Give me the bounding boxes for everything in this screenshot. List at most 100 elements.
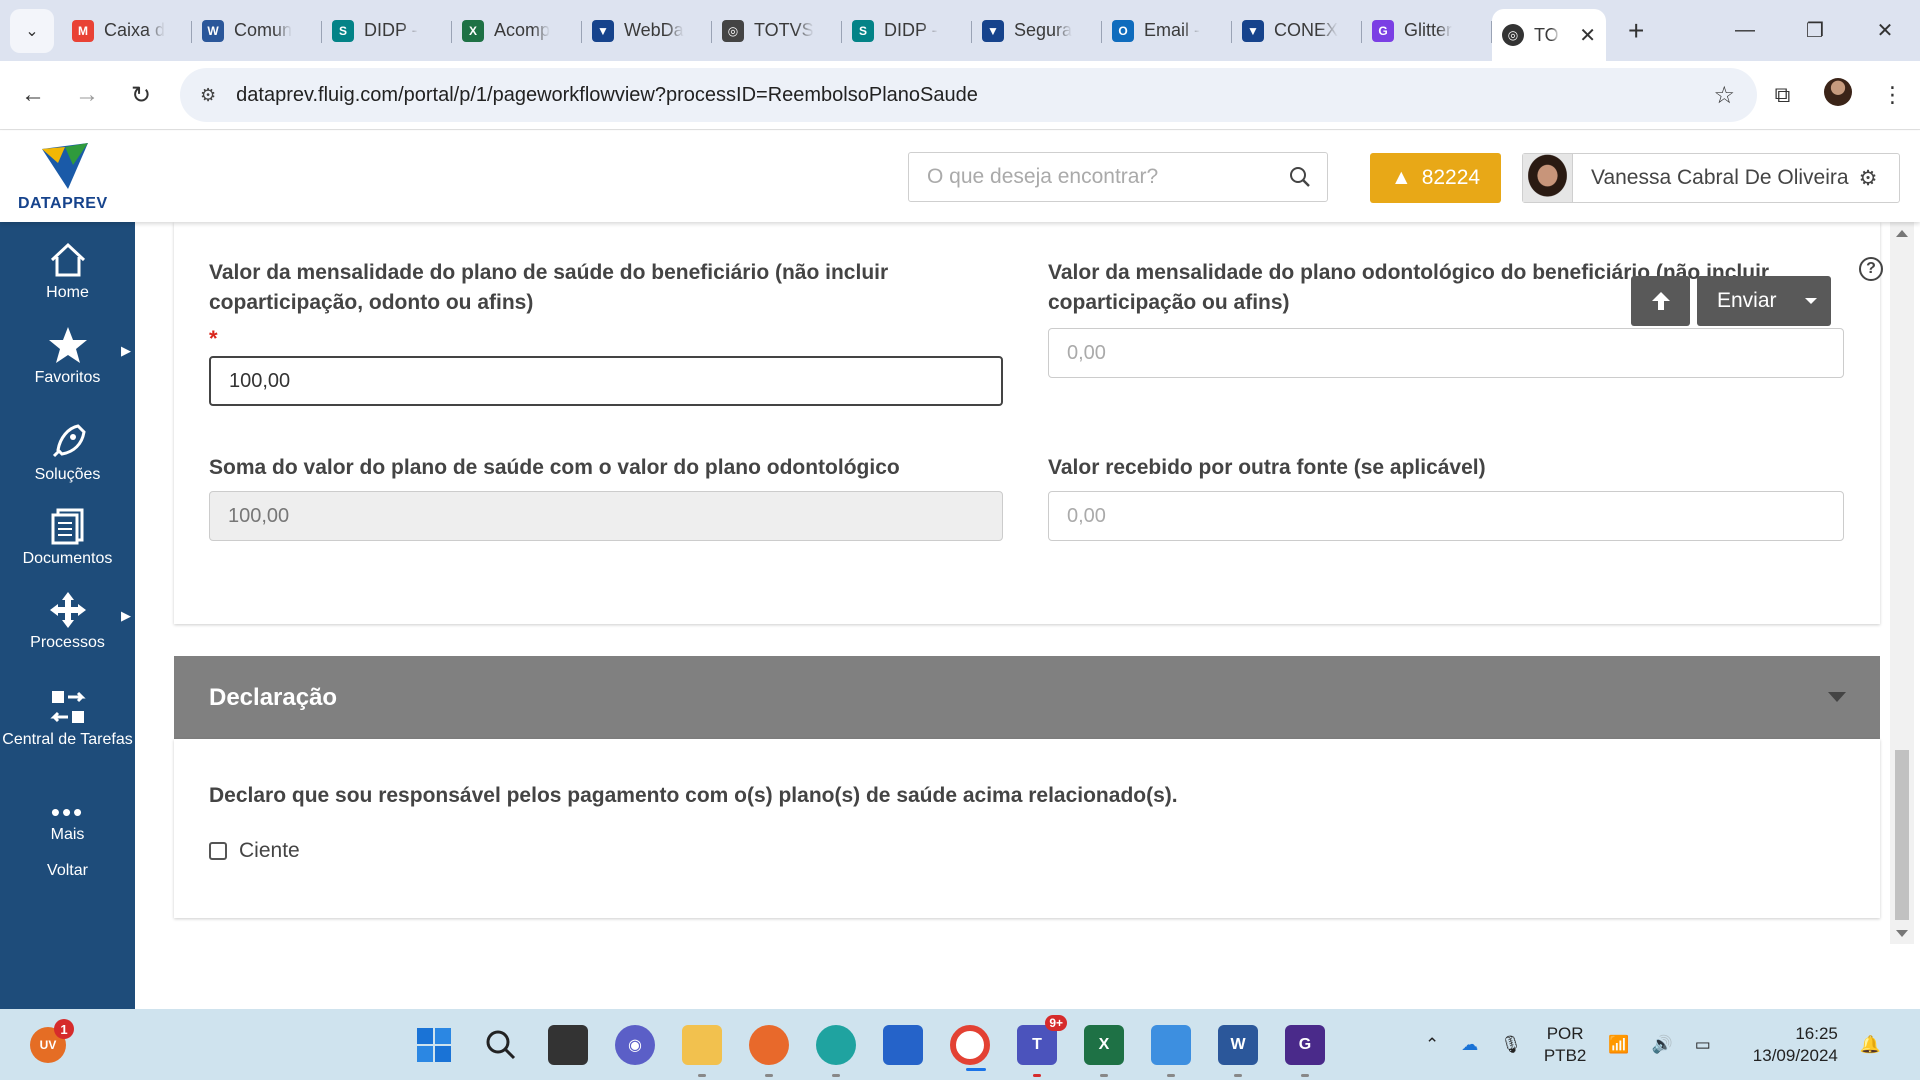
scroll-up-arrow-icon[interactable] [1896,230,1908,237]
store-icon[interactable] [883,1024,923,1065]
site-info-icon[interactable]: ⚙ [200,85,216,106]
taskbar-search-icon[interactable] [481,1025,521,1065]
sidebar-item-label: Home [46,284,89,301]
bookmark-star-icon[interactable]: ☆ [1713,81,1735,110]
omnibox[interactable]: ⚙ dataprev.fluig.com/portal/p/1/pagework… [180,68,1757,122]
tab-active[interactable]: ◎ TO ✕ [1492,9,1606,61]
chrome-icon[interactable] [950,1024,990,1071]
sidebar-item-favoritos[interactable]: Favoritos ▶ [0,325,135,387]
chat-icon[interactable]: ◉ [615,1024,655,1065]
running-indicator [1100,1073,1108,1077]
teams-icon[interactable]: T 9+ [1017,1014,1067,1077]
reload-icon[interactable]: ↻ [114,81,168,110]
tab-favicon-icon: ▼ [982,19,1004,42]
sidebar-item-central-de-tarefas[interactable]: Central de Tarefas [0,687,135,749]
dataprev-logo[interactable]: DATAPREV [18,141,113,215]
tab-favicon-icon: W [202,19,224,42]
expand-arrow-icon[interactable]: ▶ [121,343,131,359]
url-text[interactable]: dataprev.fluig.com/portal/p/1/pageworkfl… [236,84,978,107]
browser-tab[interactable]: ▼ CONEX [1232,9,1362,53]
browser-tab[interactable]: X Acomp [452,9,582,53]
sidebar-item-label: Central de Tarefas [2,731,133,748]
page-scrollbar[interactable] [1890,222,1914,944]
photos-icon[interactable] [1151,1024,1191,1077]
restore-icon[interactable]: ❐ [1780,18,1850,43]
notification-bell-icon[interactable]: 🔔 [1860,1035,1881,1055]
word-icon[interactable]: W [1218,1024,1258,1077]
browser-tab[interactable]: G Glitter [1362,9,1492,53]
chevron-up-icon[interactable]: ⌃ [1425,1035,1439,1055]
browser-tab[interactable]: ◎ TOTVS [712,9,842,53]
clock-date: 13/09/2024 [1752,1045,1838,1065]
tab-label: CONEX [1274,20,1339,40]
browser-tab[interactable]: W Comun [192,9,322,53]
extensions-icon[interactable]: ⧉ [1755,82,1810,108]
browser-tab[interactable]: S DIDP - [842,9,972,53]
edge-icon[interactable] [816,1024,856,1077]
minimize-icon[interactable]: — [1710,19,1780,42]
browser-tab[interactable]: M Caixa d [62,9,192,53]
send-button[interactable]: Enviar [1697,276,1831,326]
volume-icon[interactable]: 🔊 [1652,1035,1673,1055]
task-swap-icon [49,691,86,723]
task-view-icon[interactable] [548,1024,588,1065]
tab-search-button[interactable]: ⌄ [10,8,54,53]
wifi-icon[interactable]: 📶 [1608,1035,1629,1055]
browser-tab[interactable]: ▼ Segura [972,9,1102,53]
battery-icon[interactable]: ▭ [1695,1035,1711,1055]
sidebar-item-documentos[interactable]: Documentos [0,506,135,568]
glitter-icon[interactable]: G [1285,1024,1325,1077]
dental-plan-value-input[interactable]: 0,00 [1048,328,1844,378]
browser-tab[interactable]: ▼ WebDa [582,9,712,53]
gear-icon[interactable]: ⚙ [1859,166,1878,191]
ciente-checkbox[interactable] [209,842,227,860]
user-name: Vanessa Cabral De Oliveira [1591,166,1849,189]
help-icon[interactable]: ? [1859,257,1883,281]
sidebar-item-label: Voltar [47,862,88,879]
excel-icon[interactable]: X [1084,1024,1124,1077]
clock[interactable]: 16:25 13/09/2024 [1753,1023,1838,1067]
windows-start-icon[interactable] [414,1025,454,1065]
sidebar-item-solucoes[interactable]: Soluções [0,422,135,484]
global-search[interactable] [908,152,1328,202]
microphone-icon[interactable]: 🎙 [1500,1035,1522,1055]
onedrive-cloud-icon[interactable]: ☁ [1461,1035,1478,1055]
scroll-down-arrow-icon[interactable] [1896,930,1908,937]
scroll-top-button[interactable] [1631,276,1690,326]
sidebar-item-label: Mais [50,826,85,843]
collapse-caret-icon[interactable] [1828,692,1846,702]
file-explorer-icon[interactable] [682,1024,722,1077]
new-tab-button[interactable]: + [1628,15,1644,47]
declaration-text: Declaro que sou responsável pelos pagame… [209,784,1178,807]
menu-kebab-icon[interactable]: ⋮ [1865,82,1920,108]
declaration-section-header[interactable]: Declaração [174,656,1880,739]
search-input[interactable] [909,165,1269,189]
close-window-icon[interactable]: ✕ [1850,18,1920,43]
ciente-checkbox-row[interactable]: Ciente [209,839,300,863]
scrollbar-thumb[interactable] [1895,750,1909,920]
notifications-button[interactable]: ▲ 82224 [1370,153,1501,203]
search-icon[interactable] [1289,166,1311,188]
close-tab-icon[interactable]: ✕ [1579,23,1596,48]
back-arrow-icon[interactable]: ← [6,81,60,109]
other-source-value-input[interactable]: 0,00 [1048,491,1844,541]
profile-avatar[interactable] [1810,78,1865,112]
sidebar-item-home[interactable]: Home [0,240,135,302]
clock-time: 16:25 [1795,1023,1838,1043]
caret-down-icon[interactable] [1805,298,1817,304]
input-language[interactable]: POR PTB2 [1544,1023,1587,1067]
health-plan-value-input[interactable]: 100,00 [209,356,1003,406]
expand-arrow-icon[interactable]: ▶ [121,608,131,624]
weather-widget[interactable]: UV 1 [30,1019,74,1063]
tab-favicon-icon: ◎ [722,19,744,42]
sidebar-item-mais[interactable]: ••• Mais [0,799,135,844]
browser-tab[interactable]: S DIDP - [322,9,452,53]
firefox-icon[interactable] [749,1024,789,1077]
required-mark: * [209,326,218,351]
browser-tab[interactable]: O Email - [1102,9,1232,53]
sidebar-item-processos[interactable]: Processos ▶ [0,590,135,652]
sidebar-item-voltar[interactable]: Voltar [0,862,135,880]
forward-arrow-icon[interactable]: → [60,81,114,109]
search-icon [486,1030,516,1059]
user-menu[interactable]: Vanessa Cabral De Oliveira ⚙ [1522,153,1900,203]
